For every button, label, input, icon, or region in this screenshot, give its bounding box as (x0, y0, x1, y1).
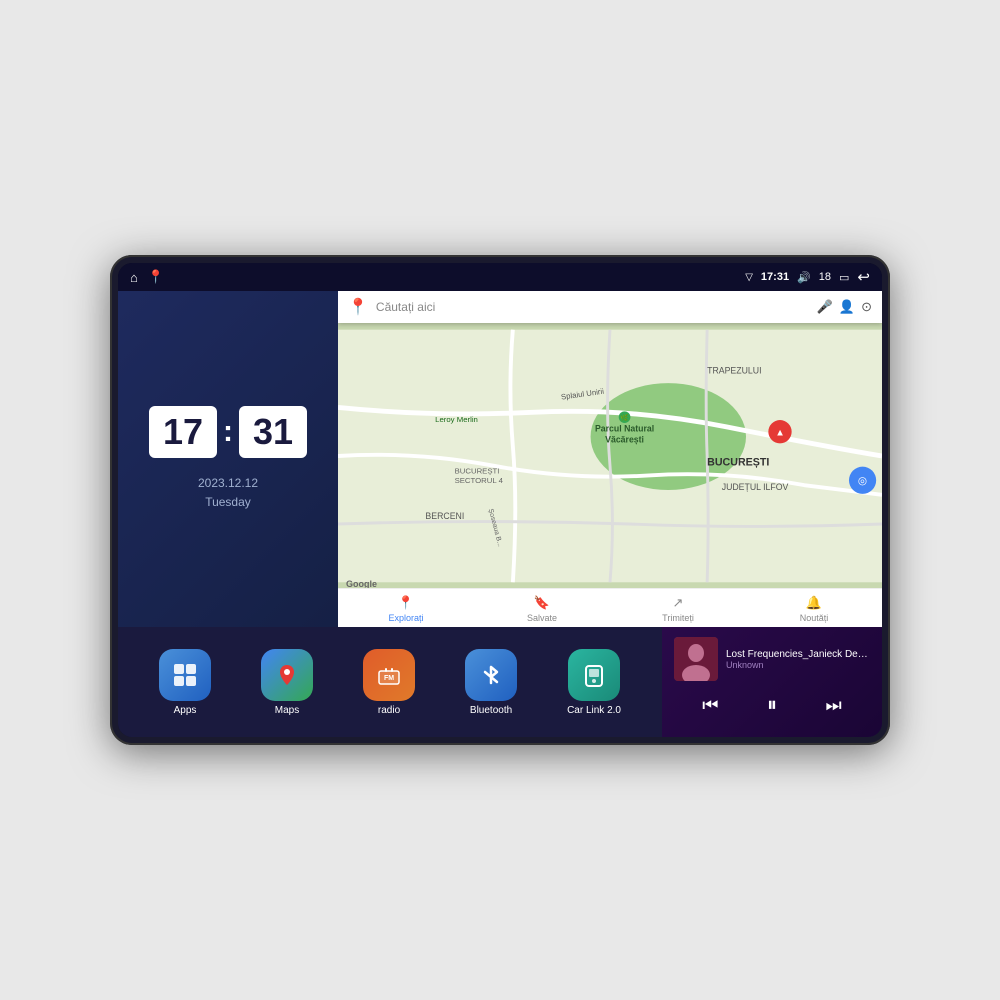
map-pin-icon: 📍 (348, 297, 368, 317)
maps-status-icon[interactable]: 📍 (148, 269, 164, 285)
svg-text:▲: ▲ (775, 428, 785, 439)
music-info-row: Lost Frequencies_Janieck Devy-... Unknow… (674, 637, 870, 681)
svg-text:🌿: 🌿 (620, 413, 629, 422)
volume-icon: 🔊 (797, 271, 811, 284)
music-album-art (674, 637, 718, 681)
apps-label: Apps (174, 705, 197, 716)
news-icon: 🔔 (806, 595, 822, 611)
svg-text:JUDEȚUL ILFOV: JUDEȚUL ILFOV (722, 482, 789, 492)
music-text: Lost Frequencies_Janieck Devy-... Unknow… (726, 649, 870, 670)
home-icon[interactable]: ⌂ (130, 270, 138, 285)
share-icon: ↗ (673, 595, 684, 611)
layers-icon[interactable]: ⊙ (861, 299, 872, 315)
app-item-apps[interactable]: Apps (159, 649, 211, 716)
bluetooth-label: Bluetooth (470, 705, 512, 716)
music-controls: ⏮ ⏸ ⏭ (674, 691, 870, 720)
app-item-radio[interactable]: FM radio (363, 649, 415, 716)
clock-display: 17 : 31 (149, 406, 307, 458)
music-artist: Unknown (726, 660, 870, 670)
status-bar: ⌂ 📍 ▽ 17:31 🔊 18 ▭ ↩ (118, 263, 882, 291)
app-item-maps[interactable]: Maps (261, 649, 313, 716)
app-item-carlink[interactable]: Car Link 2.0 (567, 649, 621, 716)
next-button[interactable]: ⏭ (818, 691, 850, 720)
clock-panel: 17 : 31 2023.12.12 Tuesday (118, 291, 338, 627)
svg-text:BUCUREȘTI: BUCUREȘTI (707, 457, 769, 469)
carlink-icon (568, 649, 620, 701)
top-section: 17 : 31 2023.12.12 Tuesday 📍 Căutați aic… (118, 291, 882, 627)
apps-icon (159, 649, 211, 701)
map-search-bar[interactable]: 📍 Căutați aici 🎤 👤 ⊙ (338, 291, 882, 323)
app-item-bluetooth[interactable]: Bluetooth (465, 649, 517, 716)
apps-panel: Apps Maps (118, 627, 662, 737)
prev-button[interactable]: ⏮ (694, 691, 726, 720)
music-title: Lost Frequencies_Janieck Devy-... (726, 649, 870, 660)
svg-text:BUCUREȘTI: BUCUREȘTI (455, 466, 500, 475)
svg-text:BERCENI: BERCENI (425, 511, 464, 521)
bottom-section: Apps Maps (118, 627, 882, 737)
account-icon[interactable]: 👤 (839, 299, 855, 315)
status-time: 17:31 (761, 271, 789, 283)
signal-icon: ▽ (745, 272, 753, 283)
status-bar-left: ⌂ 📍 (130, 269, 164, 285)
maps-label: Maps (275, 705, 299, 716)
svg-text:TRAPEZULUI: TRAPEZULUI (707, 365, 761, 375)
bluetooth-icon (465, 649, 517, 701)
svg-text:Leroy Merlin: Leroy Merlin (435, 415, 478, 424)
voice-search-icon[interactable]: 🎤 (817, 299, 833, 315)
clock-colon: : (223, 417, 233, 447)
carlink-label: Car Link 2.0 (567, 705, 621, 716)
car-display-device: ⌂ 📍 ▽ 17:31 🔊 18 ▭ ↩ 17 : (110, 255, 890, 745)
music-panel: Lost Frequencies_Janieck Devy-... Unknow… (662, 627, 882, 737)
status-bar-right: ▽ 17:31 🔊 18 ▭ ↩ (745, 268, 870, 286)
battery-icon: ▭ (839, 271, 849, 284)
main-content: 17 : 31 2023.12.12 Tuesday 📍 Căutați aic… (118, 291, 882, 737)
map-search-actions: 🎤 👤 ⊙ (817, 299, 872, 315)
explore-icon: 📍 (398, 595, 414, 611)
clock-hour: 17 (149, 406, 217, 458)
svg-text:FM: FM (384, 675, 394, 682)
svg-text:SECTORUL 4: SECTORUL 4 (455, 476, 504, 485)
maps-icon (261, 649, 313, 701)
map-nav-trimiteti[interactable]: ↗ Trimiteți (610, 595, 746, 623)
battery-level: 18 (819, 271, 831, 283)
map-search-text[interactable]: Căutați aici (376, 300, 809, 314)
clock-date: 2023.12.12 Tuesday (198, 474, 258, 512)
play-pause-button[interactable]: ⏸ (767, 694, 777, 717)
svg-text:◎: ◎ (858, 475, 867, 487)
map-canvas: Parcul Natural Văcărești 🌿 Leroy Merlin … (338, 321, 882, 591)
radio-icon: FM (363, 649, 415, 701)
map-panel[interactable]: 📍 Căutați aici 🎤 👤 ⊙ (338, 291, 882, 627)
back-icon[interactable]: ↩ (857, 268, 870, 286)
map-nav-explorати[interactable]: 📍 Explorați (338, 595, 474, 623)
map-nav-salvate[interactable]: 🔖 Salvate (474, 595, 610, 623)
svg-text:Văcărești: Văcărești (605, 434, 644, 444)
map-nav-noutati[interactable]: 🔔 Noutăți (746, 595, 882, 623)
svg-text:Parcul Natural: Parcul Natural (595, 424, 654, 434)
saved-icon: 🔖 (534, 595, 550, 611)
device-screen: ⌂ 📍 ▽ 17:31 🔊 18 ▭ ↩ 17 : (118, 263, 882, 737)
map-bottom-nav[interactable]: 📍 Explorați 🔖 Salvate ↗ Trimiteți 🔔 (338, 588, 882, 627)
radio-label: radio (378, 705, 400, 716)
clock-minute: 31 (239, 406, 307, 458)
